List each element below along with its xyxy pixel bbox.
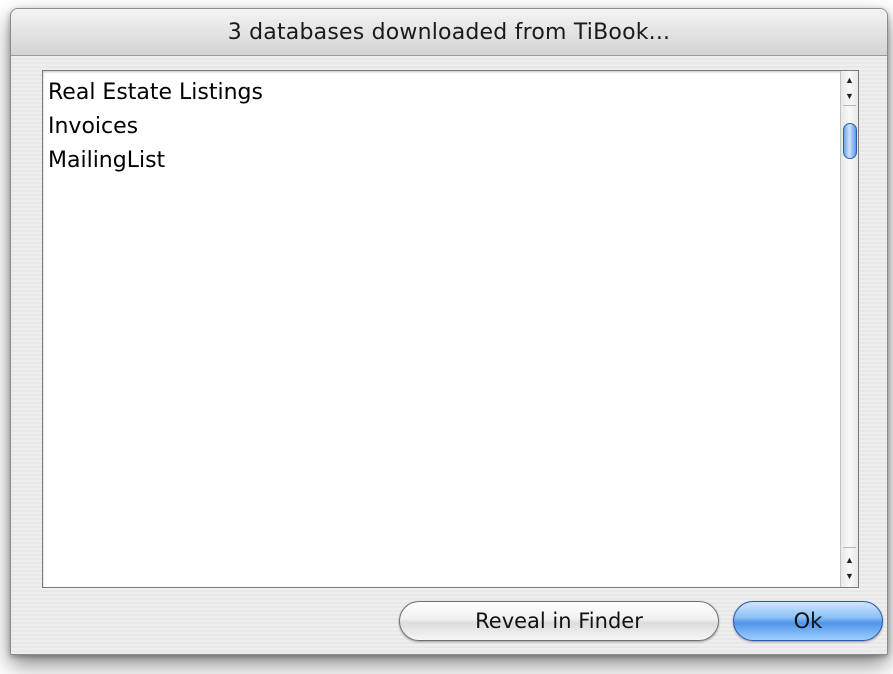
scrollbar-divider (843, 547, 856, 548)
ok-button[interactable]: Ok (733, 601, 883, 641)
list-item[interactable]: Invoices (48, 110, 834, 144)
scroll-up-arrow-icon[interactable]: ▲ (841, 73, 858, 88)
scroll-down-arrow-icon[interactable]: ▼ (841, 89, 858, 104)
scroll-up-arrow-icon[interactable]: ▲ (841, 553, 858, 568)
scrollbar-divider (843, 105, 856, 106)
list-item[interactable]: MailingList (48, 144, 834, 178)
window-title: 3 databases downloaded from TiBook... (227, 19, 671, 45)
list-item[interactable]: Real Estate Listings (48, 76, 834, 110)
scroll-down-arrow-icon[interactable]: ▼ (841, 569, 858, 584)
database-list-items: Real Estate Listings Invoices MailingLis… (48, 76, 834, 178)
title-bar[interactable]: 3 databases downloaded from TiBook... (11, 9, 887, 56)
scroll-thumb[interactable] (843, 123, 857, 159)
vertical-scrollbar[interactable]: ▲ ▼ ▲ ▼ (840, 71, 858, 587)
database-list[interactable]: Real Estate Listings Invoices MailingLis… (42, 70, 859, 588)
reveal-in-finder-button[interactable]: Reveal in Finder (399, 601, 719, 641)
dialog-window: 3 databases downloaded from TiBook... Re… (10, 8, 888, 655)
